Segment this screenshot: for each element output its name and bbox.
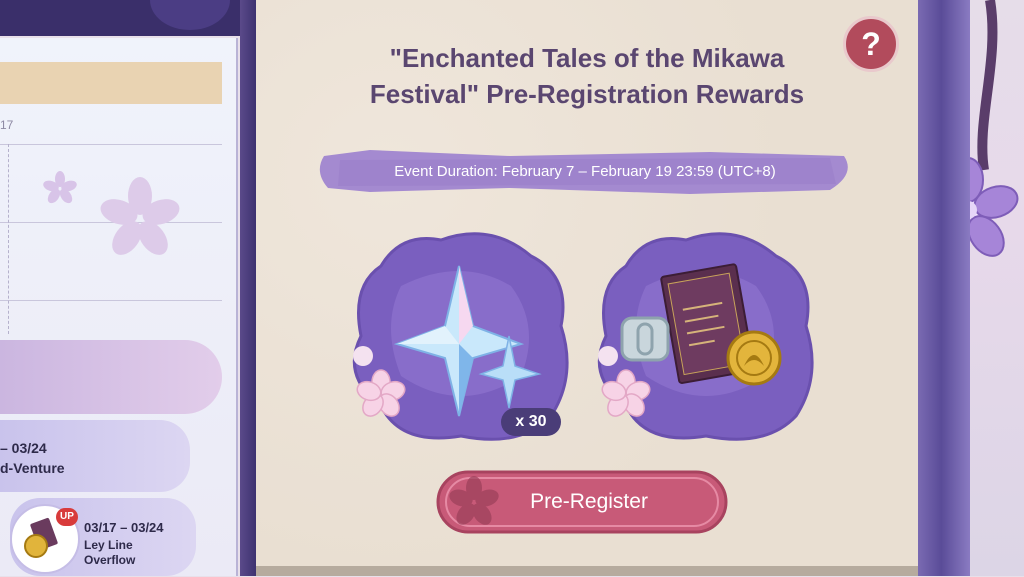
event-name: Ley Line Overflow: [84, 538, 135, 568]
pre-register-button[interactable]: Pre-Register: [436, 470, 728, 534]
calendar-row-divider: [0, 144, 222, 145]
pre-register-label: Pre-Register: [530, 490, 648, 513]
title-line1: "Enchanted Tales of the Mikawa: [389, 43, 785, 73]
up-badge: UP: [56, 508, 78, 526]
event-name: d-Venture: [0, 460, 65, 476]
help-button[interactable]: ?: [843, 16, 899, 72]
event-calendar: 17 – 03/24 d-Venture UP 03/17 – 03/24 Le…: [0, 38, 238, 576]
calendar-top-bar: [0, 0, 240, 36]
calendar-header: [0, 62, 222, 104]
reward-primogem[interactable]: x 30: [341, 226, 577, 448]
frame-left: [240, 0, 256, 576]
title-line2: Festival" Pre-Registration Rewards: [369, 79, 805, 109]
sakura-watermark: [43, 171, 180, 255]
panel-bottom-edge: [256, 566, 918, 576]
event-name-line1: Ley Line: [84, 538, 133, 552]
pre-registration-panel: "Enchanted Tales of the Mikawa Festival"…: [256, 0, 918, 576]
event-duration-banner: Event Duration: February 7 – February 19…: [310, 144, 860, 200]
gold-coin: [726, 330, 782, 386]
calendar-today-line: [8, 144, 9, 334]
reward-quantity: x 30: [501, 408, 561, 436]
event-date: 03/17 – 03/24: [84, 520, 164, 535]
calendar-date-label: 17: [0, 118, 14, 132]
event-duration-text: Event Duration: February 7 – February 19…: [394, 163, 776, 180]
calendar-event-bar[interactable]: [0, 340, 222, 414]
event-name-line2: Overflow: [84, 553, 136, 567]
page-title: "Enchanted Tales of the Mikawa Festival"…: [256, 40, 918, 112]
reward-bundle[interactable]: [586, 226, 822, 448]
frame-right: [918, 0, 970, 576]
book-coin-bundle-icon: [597, 232, 814, 441]
calendar-event-ley-line[interactable]: UP 03/17 – 03/24 Ley Line Overflow: [10, 498, 196, 576]
event-date: – 03/24: [0, 440, 47, 456]
silver-token: [620, 316, 670, 362]
calendar-event-adventure[interactable]: – 03/24 d-Venture: [0, 420, 190, 492]
